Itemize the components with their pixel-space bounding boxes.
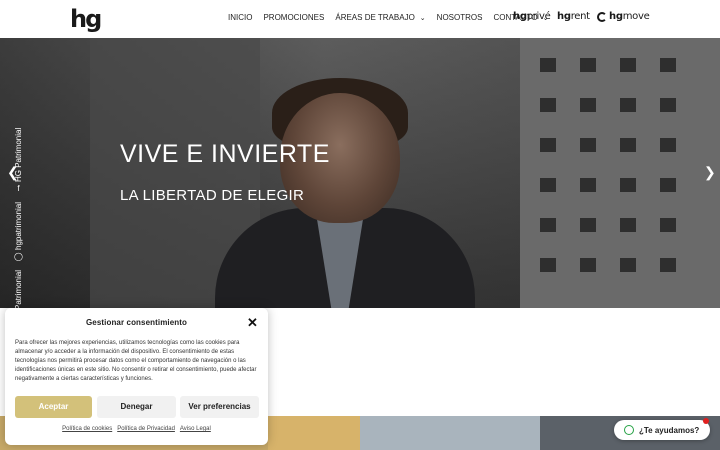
cookie-legal-links: Política de cookies Política de Privacid… [5,426,268,432]
main-nav: INICIO PROMOCIONES ÁREAS DE TRABAJO ⌄ NOS… [228,13,559,22]
brand-prefix: hg [609,11,623,22]
slider-next-button[interactable]: ❯ [704,164,716,181]
nav-label: ÁREAS DE TRABAJO [335,13,415,22]
nav-areas-de-trabajo[interactable]: ÁREAS DE TRABAJO ⌄ [335,13,425,22]
privacy-policy-link[interactable]: Política de Privacidad [117,426,175,432]
brand-prefix: hg [557,11,571,22]
hero-subtitle: LA LIBERTAD DE ELEGIR [120,187,305,204]
hgmove-ring-icon [597,11,607,22]
site-header: hg INICIO PROMOCIONES ÁREAS DE TRABAJO ⌄ … [0,0,720,38]
brand-suffix: privé [526,11,551,22]
deny-button[interactable]: Denegar [97,396,176,418]
cookie-policy-link[interactable]: Política de cookies [62,426,112,432]
brand-hgrent-link[interactable]: hg rent [557,11,590,22]
social-linkedin-label: Patrimonial [14,269,23,308]
notification-dot [703,418,709,424]
social-facebook-label: HG Patrimonial [14,127,23,182]
nav-promociones[interactable]: PROMOCIONES [263,13,324,22]
view-preferences-button[interactable]: Ver preferencias [180,396,259,418]
property-image-strip [268,416,360,450]
hero-title: VIVE E INVIERTE [120,140,330,168]
brand-hgprive-link[interactable]: hg privé [513,11,551,22]
whatsapp-icon [624,425,634,435]
brand-prefix: hg [513,11,527,22]
legal-notice-link[interactable]: Aviso Legal [180,426,211,432]
nav-label: INICIO [228,13,253,22]
brand-suffix: rent [570,11,590,22]
nav-inicio[interactable]: INICIO [228,13,252,22]
whatsapp-label: ¿Te ayudamos? [639,425,700,435]
cookie-dialog-title: Gestionar consentimiento [85,318,188,327]
brand-suffix: move [622,11,650,22]
accept-button[interactable]: Aceptar [15,396,92,418]
nav-label: PROMOCIONES [263,13,325,22]
cookie-dialog-text: Para ofrecer las mejores experiencias, u… [15,340,257,382]
property-image-strip [360,416,540,450]
brand-hgmove-link[interactable]: hg move [597,11,650,22]
chevron-right-icon: ❯ [704,164,716,180]
whatsapp-help-button[interactable]: ¿Te ayudamos? [614,418,710,440]
site-logo[interactable]: hg [70,5,102,33]
nav-nosotros[interactable]: NOSOTROS [437,13,483,22]
facebook-icon: f [17,184,20,193]
cookie-consent-dialog: Gestionar consentimiento ✕ Para ofrecer … [5,308,268,445]
social-instagram-label: hgpatrimonial [14,201,23,250]
instagram-icon: ◯ [14,252,23,261]
hero-slider: VIVE E INVIERTE LA LIBERTAD DE ELEGIR ❮ … [0,38,720,308]
close-icon[interactable]: ✕ [247,315,258,331]
nav-label: NOSOTROS [436,13,483,22]
chevron-down-icon: ⌄ [419,14,426,22]
hero-background-building [520,38,720,308]
